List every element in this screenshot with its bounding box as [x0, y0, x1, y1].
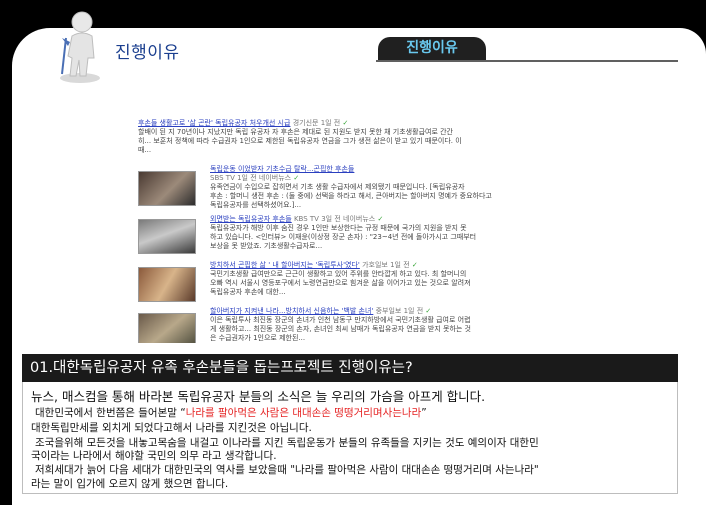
quote-highlight: 나라를 팔아먹은 사람은 대대손손 떵떵거리며사는나라 [185, 407, 422, 419]
body-line-6: 저희세대가 늙어 다음 세대가 대한민국의 역사를 보았을때 "나라를 팔아먹은… [35, 464, 539, 476]
result-source: 가호일보 [362, 261, 388, 269]
tab-underline [376, 60, 678, 62]
result-portal: 네이버뉴스 [343, 215, 376, 223]
check-icon: ✓ [342, 119, 349, 127]
body-text-box: 뉴스, 매스컴을 통해 바라본 독립유공자 분들의 소식은 늘 우리의 가슴을 … [22, 382, 678, 494]
result-snippet: 국민기초생활 급여만으로 근근이 생활하고 있어 주위를 안타깝게 하고 있다.… [210, 270, 467, 278]
list-item: 외면받는 독립유공자 후손들 KBS TV 3일 전 네이버뉴스 ✓ 독립유공자… [210, 215, 570, 251]
page-title: 진행이유 [115, 43, 180, 63]
list-item: 방치하서 곤핍한 삶 ' 내 할아버지는 '독립투사'였다' 가호일보 1일 전… [210, 261, 570, 297]
check-icon: ✓ [377, 215, 384, 223]
question-heading: 01.대한독립유공자 유족 후손분들을 돕는프로젝트 진행이유는? [22, 354, 678, 382]
result-title[interactable]: 독립운동 이었받자 기초수급 탈락...곤핍한 후손들 [210, 165, 354, 173]
result-snippet: 독립유공자를 선택하셨어요.]... [210, 201, 302, 209]
result-title[interactable]: 후손들 생활고로 '삶 곤란' 독립유공자 처우개선 시급 [138, 119, 290, 127]
result-thumbnail[interactable] [138, 267, 196, 302]
result-snippet: 히... 보훈처 정책에 따라 수급권자 1인으로 제한된 독립유공자 연금을 … [138, 137, 462, 145]
result-source: KBS TV [293, 215, 319, 223]
list-item: 독립운동 이었받자 기초수급 탈락...곤핍한 후손들 SBS TV 1일 전 … [210, 165, 570, 210]
list-item: 할아버지가 지켜낸 나라...방치하서 신음하는 '백발 손녀' 중부일보 1일… [210, 307, 570, 343]
result-source: 경기신문 [292, 119, 319, 127]
result-snippet: 하고 있습니다. <인터뷰> 이재윤(이상정 장군 손자) : "23~4년 전… [210, 233, 477, 241]
body-line-7: 라는 말이 입가에 오르지 않게 했으면 합니다. [31, 478, 229, 490]
body-line-1: 뉴스, 매스컴을 통해 바라본 독립유공자 분들의 소식은 늘 우리의 가슴을 … [31, 389, 486, 404]
result-source: SBS TV [210, 174, 235, 182]
tab-title: 진행이유 [378, 37, 486, 60]
slide: 진행이유 진행이유 후손들 생활고로 '삶 곤란' 독립유공자 처우개선 시급 … [0, 0, 706, 505]
result-snippet: 은 수급권자가 1인으로 제한된... [210, 334, 306, 342]
check-icon: ✓ [293, 174, 300, 182]
check-icon: ✓ [425, 307, 432, 315]
result-snippet: 할배이 된 지 70년이나 지났지만 독립 유공자 자 후손은 제대로 된 지원… [138, 128, 453, 136]
check-icon: ✓ [411, 261, 418, 269]
body-line-2-prefix: 대한민국에서 한번쯤은 들어본말 “ [35, 407, 186, 419]
result-title[interactable]: 외면받는 독립유공자 후손들 [210, 215, 292, 223]
list-item: 후손들 생활고로 '삶 곤란' 독립유공자 처우개선 시급 경기신문 1일 전 … [138, 119, 570, 155]
body-line-2: 대한민국에서 한번쯤은 들어본말 “나라를 팔아먹은 사람은 대대손손 떵떵거리… [35, 405, 427, 420]
result-snippet: 보상을 못 받았죠. 기초생활수급자로... [210, 242, 323, 250]
body-line-5: 국이라는 나라에서 해야할 국민의 의무 라고 생각합니다. [31, 450, 277, 462]
result-thumbnail[interactable] [138, 219, 196, 254]
result-snippet: 게 생활하고... 최진동 장군의 손자, 손녀인 최씨 남매가 독립유공자 연… [210, 325, 472, 333]
result-age: 1일 전 [320, 119, 341, 127]
result-age: 1일 전 [237, 174, 257, 182]
result-source: 중부일보 [375, 307, 402, 315]
result-snippet: 이은 독립투사 최진동 장군의 손녀가 인천 남동구 만지하방에서 국민기초생활… [210, 316, 471, 324]
result-thumbnail[interactable] [138, 313, 196, 343]
result-snippet: 때... [138, 146, 152, 154]
result-title[interactable]: 방치하서 곤핍한 삶 ' 내 할아버지는 '독립투사'였다' [210, 261, 360, 269]
result-age: 3일 전 [321, 215, 341, 223]
result-snippet: 독립유공자 후손에 대한... [210, 288, 286, 296]
news-search-results: 후손들 생활고로 '삶 곤란' 독립유공자 처우개선 시급 경기신문 1일 전 … [138, 115, 570, 343]
result-snippet: 후손 : 할머니 생전 후손 : (둘 중에) 선택을 하라고 해서, 큰아버지… [210, 192, 492, 200]
result-portal: 네이버뉴스 [258, 174, 292, 182]
body-line-3: 대한독립만세를 외치게 되었다고해서 나라를 지킨것은 아닙니다. [31, 422, 312, 434]
person-figure-icon [60, 11, 100, 83]
result-age: 1일 전 [390, 261, 410, 269]
result-snippet: 오빠 역시 서울시 영등포구에서 노령연금만으로 힘겨운 삶을 이어가고 있는 … [210, 279, 471, 287]
result-snippet: 유족연금이 수입으로 잡히면서 기초 생활 수급자에서 제외됐기 때문입니다. … [210, 183, 465, 191]
result-thumbnail[interactable] [138, 171, 196, 206]
result-title[interactable]: 할아버지가 지켜낸 나라...방치하서 신음하는 '백발 손녀' [210, 307, 373, 315]
result-age: 1일 전 [403, 307, 424, 315]
body-line-2-suffix: ” [421, 407, 427, 419]
result-snippet: 독립유공자가 해방 이후 숨진 경우 1인만 보상한다는 규정 때문에 국가의 … [210, 224, 467, 232]
